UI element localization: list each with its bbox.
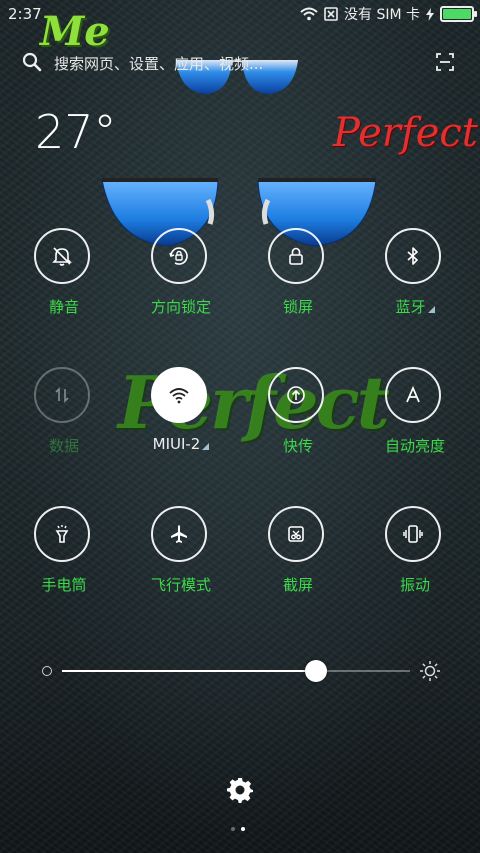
- tile-screenshot-label: 截屏: [282, 576, 313, 594]
- no-sim-icon: [324, 7, 338, 21]
- brightness-slider[interactable]: [62, 670, 410, 672]
- status-icons: 没有 SIM 卡: [300, 4, 477, 24]
- page-indicator: [231, 827, 245, 831]
- wallpaper-perfect-red-text: Perfect: [333, 110, 478, 156]
- submenu-corner-icon: [427, 306, 435, 313]
- tile-quick-transfer[interactable]: 快传: [240, 367, 356, 477]
- search-icon[interactable]: [22, 52, 42, 72]
- scan-icon[interactable]: [436, 53, 454, 71]
- tile-rotation-lock[interactable]: 方向锁定: [123, 228, 239, 338]
- vibrate-icon: [385, 506, 441, 562]
- brightness-high-icon: [420, 661, 440, 681]
- tile-lock-screen-label: 锁屏: [282, 298, 313, 316]
- quick-transfer-icon: [268, 367, 324, 423]
- rotation-lock-icon: [151, 228, 207, 284]
- brightness-slider-thumb[interactable]: [305, 660, 328, 682]
- airplane-icon: [151, 506, 207, 562]
- tile-auto-brightness-label: 自动亮度: [384, 437, 445, 455]
- tile-wifi-label: MIUI-2: [152, 435, 201, 453]
- wifi-signal-icon: [300, 7, 318, 21]
- bell-off-icon: [34, 228, 90, 284]
- page-dot: [231, 827, 235, 831]
- tile-data-label: 数据: [48, 437, 79, 455]
- tile-auto-brightness[interactable]: 自动亮度: [357, 367, 473, 477]
- tile-airplane-mode-label: 飞行模式: [150, 576, 211, 594]
- tile-flashlight-label: 手电筒: [41, 576, 87, 594]
- brightness-slider-fill: [62, 670, 317, 672]
- lock-icon: [268, 228, 324, 284]
- carrier-text: 没有 SIM 卡: [344, 7, 420, 23]
- tile-flashlight[interactable]: 手电筒: [6, 506, 122, 616]
- bluetooth-icon: [385, 228, 441, 284]
- tile-rotation-lock-label: 方向锁定: [150, 298, 211, 316]
- battery-fill: [443, 9, 471, 19]
- brightness-low-icon: [42, 666, 52, 676]
- tile-lock-screen[interactable]: 锁屏: [240, 228, 356, 338]
- flashlight-icon: [34, 506, 90, 562]
- data-icon: [34, 367, 90, 423]
- screenshot-icon: [268, 506, 324, 562]
- tile-data[interactable]: 数据: [6, 367, 122, 477]
- tile-bluetooth[interactable]: 蓝牙: [357, 228, 473, 338]
- tile-quick-transfer-label: 快传: [282, 437, 313, 455]
- tile-airplane-mode[interactable]: 飞行模式: [123, 506, 239, 616]
- charging-icon: [426, 7, 434, 21]
- auto-brightness-icon: [385, 367, 441, 423]
- tile-mute-label: 静音: [48, 298, 79, 316]
- tile-bluetooth-label: 蓝牙: [395, 298, 426, 316]
- submenu-corner-icon: [202, 443, 210, 450]
- tile-mute[interactable]: 静音: [6, 228, 122, 338]
- wifi-icon: [151, 367, 207, 423]
- tile-screenshot[interactable]: 截屏: [240, 506, 356, 616]
- tile-wifi[interactable]: MIUI-2: [123, 367, 239, 477]
- page-dot-active: [241, 827, 245, 831]
- tile-vibrate[interactable]: 振动: [357, 506, 473, 616]
- weather-temperature: 27°: [35, 105, 117, 159]
- tile-vibrate-label: 振动: [399, 576, 430, 594]
- search-input[interactable]: 搜索网页、设置、应用、视频...: [54, 53, 263, 74]
- battery-icon: [440, 6, 477, 22]
- settings-gear-icon[interactable]: [227, 777, 253, 803]
- wallpaper-me-text: Me: [40, 8, 110, 55]
- status-clock: 2:37: [8, 5, 42, 23]
